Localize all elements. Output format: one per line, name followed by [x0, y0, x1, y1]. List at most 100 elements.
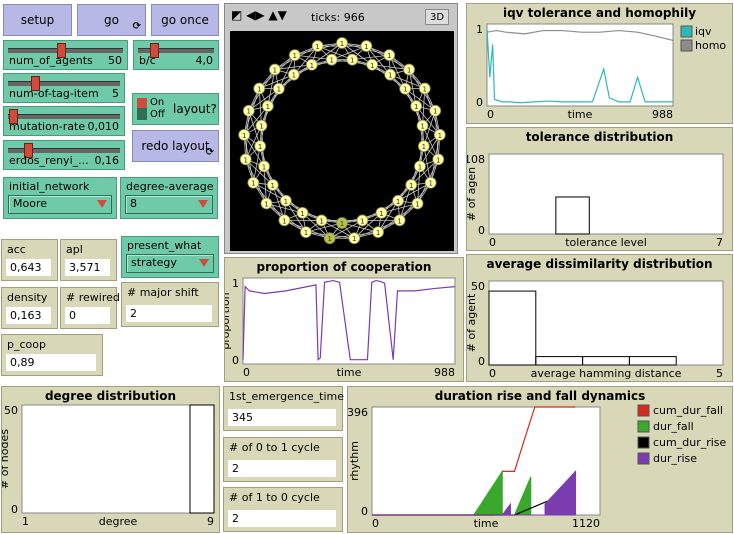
setup-label: setup	[20, 13, 55, 27]
layout-switch[interactable]: On Off layout?	[132, 93, 219, 125]
degree-plot: degree distribution 50019degree# of node…	[1, 386, 220, 533]
agent-label: 1	[388, 72, 392, 80]
y-axis-label: # of agent	[467, 293, 478, 352]
monitor-label: acc	[7, 243, 26, 256]
num-of-agents-slider[interactable]: num_of_agents 50	[3, 40, 128, 70]
erdos-renyi-slider[interactable]: erdos_renyi_... 0,16	[3, 140, 125, 170]
agent-label: 1	[273, 67, 277, 75]
agent-label: 1	[423, 85, 427, 93]
acc-monitor: acc 0,643	[1, 239, 58, 281]
x-min-label: 0	[243, 366, 250, 379]
agent-label: 1	[370, 62, 374, 70]
monitor-value: 2	[126, 305, 212, 322]
x-min-label: 0	[489, 367, 496, 380]
monitor-label: # rewired	[66, 291, 120, 304]
agent-label: 1	[292, 72, 296, 80]
slider-track	[8, 114, 120, 119]
legend-swatch	[680, 25, 693, 38]
plot-area	[488, 280, 724, 366]
y-axis-label: # of nodes	[2, 429, 11, 489]
cooperation-chart: 1 00 988 time proportion	[225, 277, 456, 379]
monitor-value: 0,643	[6, 259, 51, 276]
agent-label: 1	[418, 163, 422, 171]
b-c-slider[interactable]: b/c 4,0	[133, 40, 219, 70]
switch-on-label: On	[150, 97, 165, 108]
agent-label: 1	[329, 57, 333, 65]
monitor-label: density	[7, 291, 48, 304]
y-max-label: 396	[348, 406, 368, 419]
monitor-value: 0,163	[6, 307, 51, 324]
dissimilarity-plot: average dissimilarity distribution 50 0 0 5…	[466, 254, 733, 382]
agent-label: 1	[420, 123, 424, 131]
chooser-label: initial_network	[9, 180, 90, 193]
world-view[interactable]: 11111111 11111111111111111111111111111111…	[230, 31, 454, 251]
slider-value: 0,010	[87, 120, 120, 133]
num-of-tag-item-slider[interactable]: num-of-tag-item 5	[3, 73, 125, 103]
initial-network-chooser[interactable]: initial_network Moore	[3, 177, 117, 219]
legend-label: cum_dur_fall	[653, 404, 723, 417]
degree-average-chooser[interactable]: degree-average 8	[120, 177, 218, 219]
chooser-value: 8	[130, 197, 137, 210]
x-max-label: 5	[716, 367, 723, 380]
dissimilarity-chart: 50 00 5 average hamming distance # of agent	[467, 280, 724, 380]
ticks-counter: ticks: 966	[311, 11, 365, 24]
agent-label: 1	[244, 156, 248, 164]
major-shift-monitor: # major shift 2	[121, 282, 219, 327]
view-controls-icon[interactable]: ◩ ◀▶ ▲▼	[231, 8, 287, 22]
monitor-label: p_coop	[7, 338, 46, 351]
agent-label: 1	[436, 156, 440, 164]
setup-button[interactable]: setup	[3, 4, 72, 36]
agent-label: 1	[304, 229, 308, 237]
agent-label: 1	[282, 217, 286, 225]
tolerance-chart: 108 00 7 tolerance level # of agen	[467, 153, 724, 249]
agent-label: 1	[247, 108, 251, 116]
mutation-rate-slider[interactable]: mutation-rate 0,010	[3, 106, 125, 136]
legend-swatch	[637, 420, 650, 433]
x-axis-label: tolerance level	[565, 236, 647, 249]
y-max-label: 108	[467, 153, 485, 166]
view-toolbar: ◩ ◀▶ ▲▼ ticks: 966 3D	[225, 4, 457, 30]
y-max-label: 50	[4, 404, 18, 417]
iqv-plot: iqv tolerance and homophily 1 0 0 988 time iq…	[466, 3, 733, 124]
x-axis-label: time	[474, 517, 499, 530]
present-what-chooser[interactable]: present_what strategy	[121, 236, 219, 278]
slider-track	[8, 81, 120, 86]
chooser-select[interactable]: strategy	[126, 254, 214, 273]
monitor-value: 2	[228, 460, 336, 477]
y-min-label: 0	[478, 355, 485, 368]
switch-label: layout?	[173, 102, 217, 116]
slider-name: num_of_agents	[9, 54, 93, 67]
legend-swatch	[680, 39, 693, 52]
y-min-label: 0	[11, 503, 18, 516]
agent-label: 1	[428, 180, 432, 188]
redo-layout-button[interactable]: redo layout ⟳	[132, 130, 219, 162]
monitor-value: 3,571	[65, 259, 110, 276]
monitor-value: 0	[65, 307, 110, 324]
switch-thumb[interactable]	[137, 98, 147, 108]
iqv-chart: 1 00 988 time iqvhomo	[476, 23, 726, 121]
x-max-label: 988	[652, 108, 673, 121]
y-axis-label: rhythm	[348, 441, 361, 481]
view-3d-button[interactable]: 3D	[425, 9, 449, 25]
agent-label: 1	[251, 180, 255, 188]
legend-swatch	[637, 452, 650, 465]
agent-label: 1	[376, 229, 380, 237]
go-once-button[interactable]: go once	[151, 4, 219, 36]
chooser-select[interactable]: Moore	[8, 195, 112, 214]
switch-off-label: Off	[150, 109, 165, 120]
tolerance-plot: tolerance distribution 108 0 0 7 tolerance l…	[466, 127, 733, 251]
go-button[interactable]: go ⟳	[77, 4, 146, 36]
agent-label: 1	[259, 123, 263, 131]
chooser-label: degree-average	[126, 180, 214, 193]
first-emergence-monitor: 1st_emergence_time 345	[223, 386, 344, 431]
agent-label: 1	[364, 43, 368, 51]
agent-label: 1	[293, 52, 297, 60]
y-max-label: 1	[232, 277, 239, 290]
chooser-select[interactable]: 8	[125, 195, 213, 214]
legend-label: dur_rise	[653, 452, 697, 465]
monitor-value: 0,89	[6, 354, 96, 371]
monitor-label: apl	[66, 243, 83, 256]
agent-label: 1	[319, 217, 323, 225]
agent-label: 1	[315, 43, 319, 51]
agent-label: 1	[350, 57, 354, 65]
